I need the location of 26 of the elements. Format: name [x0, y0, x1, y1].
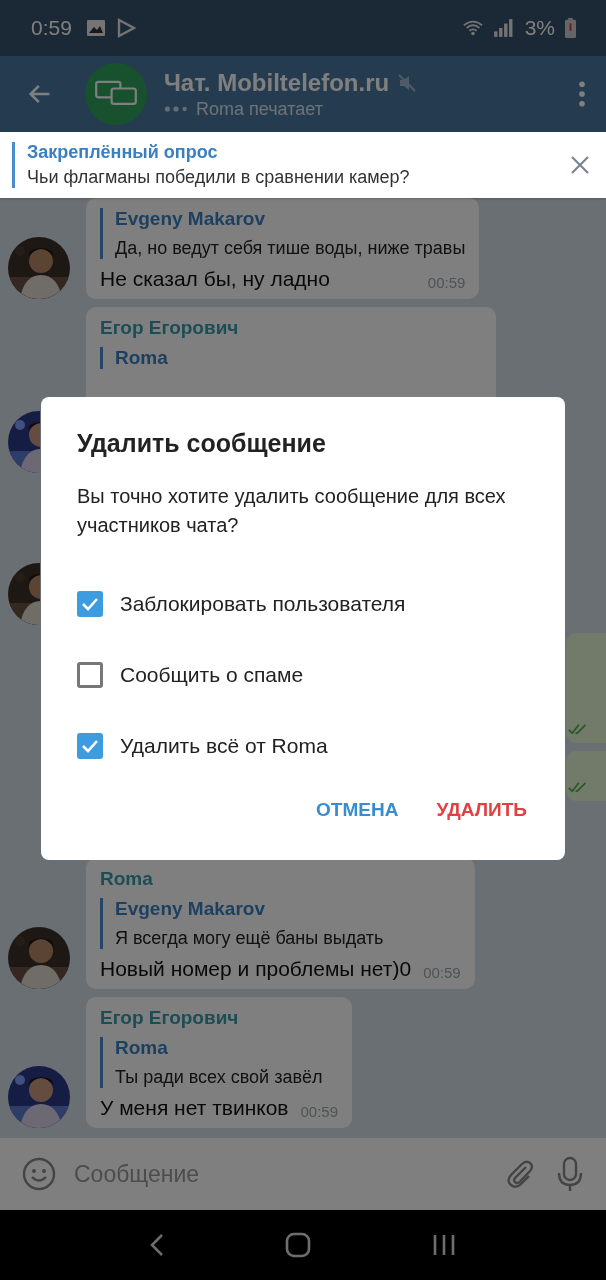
pinned-text: Чьи флагманы победили в сравнении камер?	[27, 167, 411, 188]
checkbox-label: Заблокировать пользователя	[120, 591, 406, 616]
dialog-title: Удалить сообщение	[77, 429, 327, 458]
sender-name: Егор Егорович	[100, 317, 240, 339]
pinned-label: Закреплённый опрос	[27, 142, 219, 163]
message-text: У меня нет твинков	[100, 1096, 289, 1120]
reply-author: Evgeny Makarov	[115, 208, 266, 230]
checkbox-label: Сообщить о спаме	[120, 662, 304, 687]
battery-level: 3%	[524, 16, 555, 40]
reply-author: Evgeny Makarov	[115, 898, 266, 920]
message-text: Не сказал бы, ну ладно	[100, 267, 330, 291]
reply-text: Ты ради всех свой завёл	[115, 1067, 324, 1088]
typing-status: Roma печатает	[196, 98, 323, 120]
checkbox-label: Удалить всё от Roma	[120, 733, 328, 758]
reply-text: Я всегда могу ещё баны выдать	[115, 928, 385, 949]
status-time: 0:59	[31, 16, 72, 40]
dialog-message: Вы точно хотите удалить сообщение для всех участников чата?	[77, 484, 507, 538]
reply-author: Roma	[115, 1037, 169, 1059]
cancel-button[interactable]: ОТМЕНА	[304, 791, 411, 829]
chat-title: Чат. Mobiltelefon.ru	[164, 68, 390, 97]
message-text: Новый номер и проблемы нет)0	[100, 957, 412, 981]
reply-author: Roma	[115, 347, 169, 369]
sender-name: Егор Егорович	[100, 1007, 240, 1029]
sender-name: Roma	[100, 868, 154, 890]
delete-button[interactable]: УДАЛИТЬ	[424, 791, 539, 829]
reply-text: Да, но ведут себя тише воды, ниже травы	[115, 238, 466, 259]
